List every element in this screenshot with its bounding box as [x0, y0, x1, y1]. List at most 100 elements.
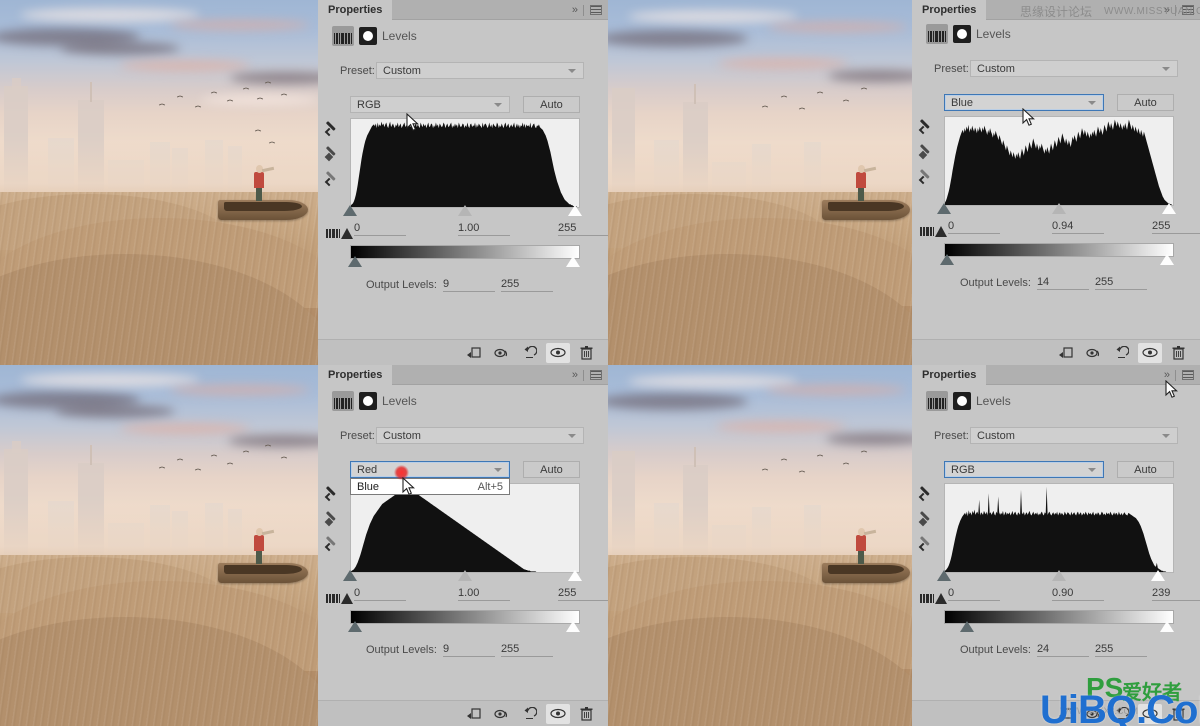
preset-combobox[interactable]: Custom: [376, 427, 584, 444]
input-levels-slider[interactable]: [343, 205, 582, 216]
output-levels-slider[interactable]: [348, 256, 580, 267]
gray-point-eyedropper-icon[interactable]: [918, 143, 935, 160]
channel-dropdown-menu[interactable]: Blue Alt+5: [350, 478, 510, 495]
clip-to-layer-icon[interactable]: [462, 343, 486, 363]
gray-point-eyedropper-icon[interactable]: [324, 510, 341, 527]
preset-combobox[interactable]: Custom: [970, 60, 1178, 77]
input-white-handle[interactable]: [568, 570, 582, 581]
gray-point-eyedropper-icon[interactable]: [918, 510, 935, 527]
channel-combobox[interactable]: Red: [350, 461, 510, 478]
input-levels-slider[interactable]: [937, 570, 1174, 581]
output-black-handle[interactable]: [940, 254, 954, 265]
black-point-eyedropper-icon[interactable]: [324, 120, 341, 137]
reset-adjustment-icon[interactable]: [1110, 343, 1134, 363]
auto-button[interactable]: Auto: [523, 461, 580, 478]
view-previous-state-icon[interactable]: [490, 704, 514, 724]
tab-properties[interactable]: Properties: [912, 365, 987, 385]
white-point-eyedropper-icon[interactable]: [324, 170, 341, 187]
black-point-eyedropper-icon[interactable]: [324, 485, 341, 502]
delete-adjustment-icon[interactable]: [574, 704, 598, 724]
auto-button[interactable]: Auto: [523, 96, 580, 113]
white-point-eyedropper-icon[interactable]: [918, 535, 935, 552]
auto-button[interactable]: Auto: [1117, 94, 1174, 111]
tab-properties[interactable]: Properties: [318, 0, 393, 20]
output-black-handle[interactable]: [348, 256, 362, 267]
input-white-value[interactable]: 255: [558, 222, 608, 236]
input-gamma-handle[interactable]: [458, 205, 472, 216]
gray-point-eyedropper-icon[interactable]: [324, 145, 341, 162]
input-black-handle[interactable]: [937, 570, 951, 581]
input-black-handle[interactable]: [343, 205, 357, 216]
clip-to-layer-icon[interactable]: [462, 704, 486, 724]
input-white-value[interactable]: 255: [558, 587, 608, 601]
white-point-eyedropper-icon[interactable]: [324, 535, 341, 552]
preset-combobox[interactable]: Custom: [970, 427, 1178, 444]
clip-warning-icon[interactable]: [920, 226, 947, 237]
layer-mask-icon[interactable]: [953, 392, 971, 410]
input-black-value[interactable]: 0: [948, 220, 1000, 234]
output-white-value[interactable]: 255: [500, 643, 553, 657]
delete-adjustment-icon[interactable]: [574, 343, 598, 363]
output-white-value[interactable]: 255: [500, 278, 553, 292]
input-white-value[interactable]: 239: [1152, 587, 1200, 601]
output-levels-slider[interactable]: [944, 621, 1174, 632]
black-point-eyedropper-icon[interactable]: [918, 118, 935, 135]
clip-warning-icon[interactable]: [326, 228, 353, 239]
panel-menu-icon[interactable]: [590, 5, 602, 15]
output-black-value[interactable]: 9: [442, 278, 495, 292]
tab-properties[interactable]: Properties: [318, 365, 393, 385]
channel-combobox[interactable]: RGB: [350, 96, 510, 113]
layer-mask-icon[interactable]: [359, 27, 377, 45]
preset-combobox[interactable]: Custom: [376, 62, 584, 79]
collapse-panel-icon[interactable]: »: [572, 369, 578, 381]
input-gamma-value[interactable]: 0.90: [1052, 587, 1104, 601]
output-white-value[interactable]: 255: [1094, 643, 1147, 657]
output-black-value[interactable]: 14: [1036, 276, 1089, 290]
output-white-handle[interactable]: [1160, 254, 1174, 265]
toggle-layer-visibility-icon[interactable]: [546, 342, 570, 363]
toggle-layer-visibility-icon[interactable]: [546, 703, 570, 724]
white-point-eyedropper-icon[interactable]: [918, 168, 935, 185]
toggle-layer-visibility-icon[interactable]: [1138, 342, 1162, 363]
output-levels-slider[interactable]: [348, 621, 580, 632]
output-white-handle[interactable]: [566, 621, 580, 632]
collapse-panel-icon[interactable]: »: [572, 4, 578, 16]
input-gamma-value[interactable]: 1.00: [458, 587, 510, 601]
input-white-handle[interactable]: [1162, 203, 1176, 214]
input-white-handle[interactable]: [568, 205, 582, 216]
delete-adjustment-icon[interactable]: [1166, 343, 1190, 363]
input-white-handle[interactable]: [1151, 570, 1165, 581]
view-previous-state-icon[interactable]: [490, 343, 514, 363]
channel-combobox[interactable]: Blue: [944, 94, 1104, 111]
clip-warning-icon[interactable]: [920, 593, 947, 604]
collapse-panel-icon[interactable]: »: [1164, 369, 1170, 381]
channel-combobox[interactable]: RGB: [944, 461, 1104, 478]
tab-properties[interactable]: Properties: [912, 0, 987, 20]
input-levels-slider[interactable]: [937, 203, 1176, 214]
output-black-value[interactable]: 9: [442, 643, 495, 657]
output-levels-slider[interactable]: [940, 254, 1174, 265]
output-black-handle[interactable]: [348, 621, 362, 632]
input-gamma-value[interactable]: 0.94: [1052, 220, 1104, 234]
input-black-handle[interactable]: [343, 570, 357, 581]
output-black-value[interactable]: 24: [1036, 643, 1089, 657]
input-black-value[interactable]: 0: [354, 587, 406, 601]
reset-adjustment-icon[interactable]: [518, 704, 542, 724]
input-levels-slider[interactable]: [343, 570, 582, 581]
panel-menu-icon[interactable]: [1182, 370, 1194, 380]
input-gamma-value[interactable]: 1.00: [458, 222, 510, 236]
input-black-handle[interactable]: [937, 203, 951, 214]
input-gamma-handle[interactable]: [1052, 570, 1066, 581]
clip-to-layer-icon[interactable]: [1054, 343, 1078, 363]
output-white-handle[interactable]: [1160, 621, 1174, 632]
clip-warning-icon[interactable]: [326, 593, 353, 604]
input-black-value[interactable]: 0: [948, 587, 1000, 601]
input-gamma-handle[interactable]: [458, 570, 472, 581]
auto-button[interactable]: Auto: [1117, 461, 1174, 478]
panel-menu-icon[interactable]: [590, 370, 602, 380]
output-black-handle[interactable]: [960, 621, 974, 632]
reset-adjustment-icon[interactable]: [518, 343, 542, 363]
black-point-eyedropper-icon[interactable]: [918, 485, 935, 502]
layer-mask-icon[interactable]: [953, 25, 971, 43]
dropdown-item-blue[interactable]: Blue Alt+5: [351, 479, 509, 494]
